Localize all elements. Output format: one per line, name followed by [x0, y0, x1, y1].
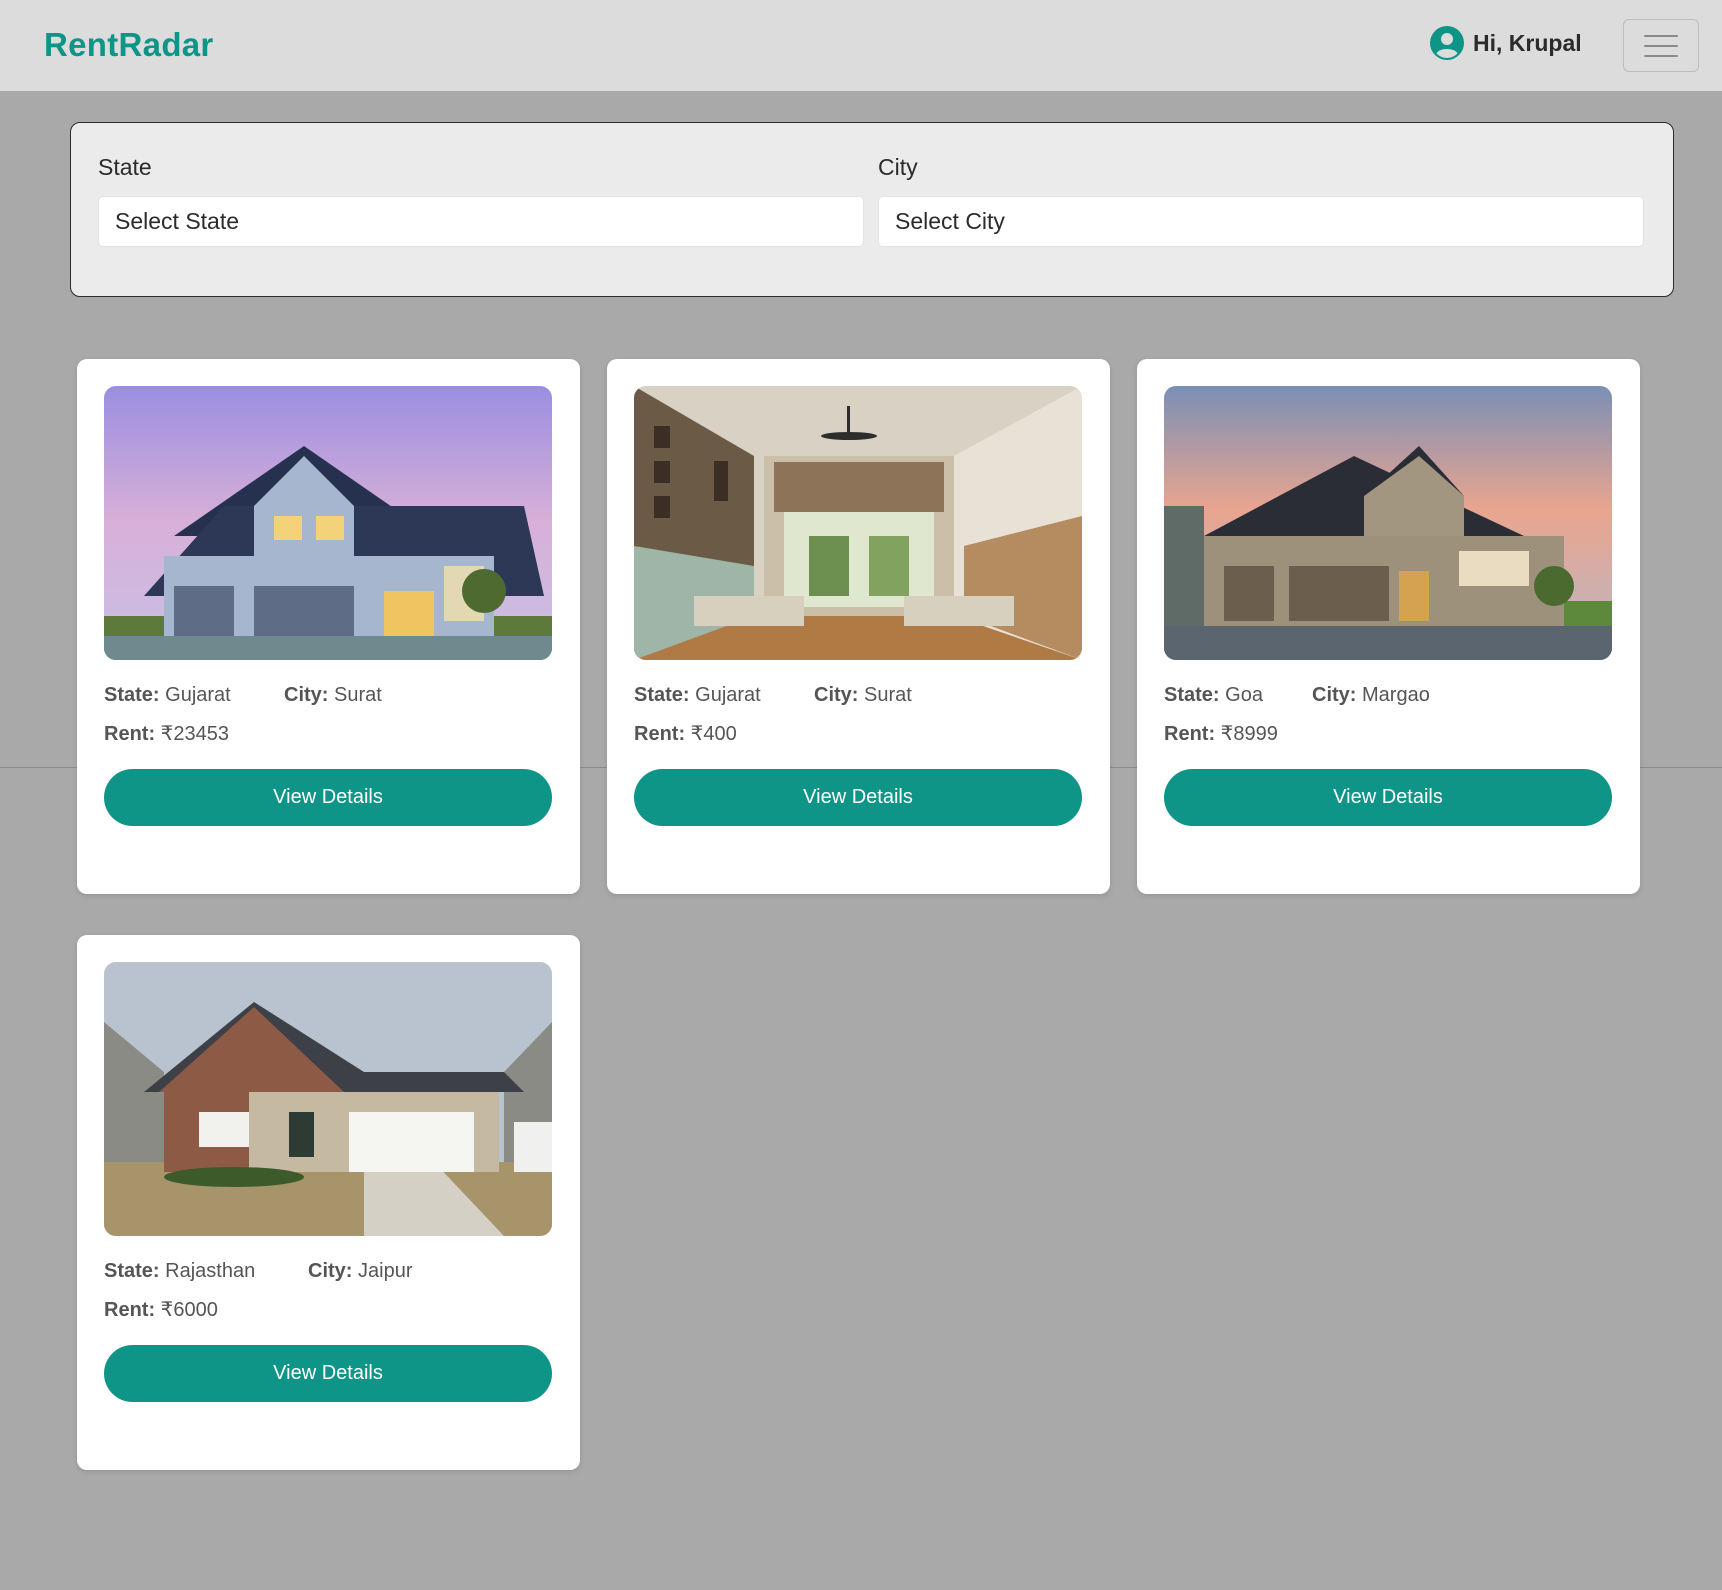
listing-image [634, 386, 1082, 660]
listing-card: State: Gujarat City: Surat Rent: ₹400 Vi… [607, 359, 1110, 894]
city-label: City: [308, 1260, 353, 1282]
listing-card: State: Rajasthan City: Jaipur Rent: ₹600… [77, 935, 580, 1470]
hamburger-icon-line [1644, 44, 1678, 47]
rent-value: ₹23453 [160, 723, 230, 745]
rent-value: ₹400 [690, 723, 737, 745]
listing-city: City: Surat [284, 684, 382, 707]
state-value: Gujarat [165, 684, 231, 706]
listing-image [104, 386, 552, 660]
city-label: City: [1312, 684, 1357, 706]
state-filter-label: State [98, 154, 152, 180]
city-value: Margao [1362, 684, 1430, 706]
rent-label: Rent: [634, 723, 686, 745]
city-value: Jaipur [358, 1260, 413, 1282]
hamburger-icon [1644, 34, 1678, 37]
state-label: State: [104, 1260, 160, 1282]
listing-city: City: Jaipur [308, 1260, 413, 1283]
user-avatar-icon [1430, 26, 1464, 60]
view-details-button[interactable]: View Details [104, 1345, 552, 1402]
listing-card: State: Goa City: Margao Rent: ₹8999 View… [1137, 359, 1640, 894]
user-greeting-text: Hi, Krupal [1473, 29, 1582, 56]
city-value: Surat [334, 684, 382, 706]
rent-label: Rent: [1164, 723, 1216, 745]
listing-rent: Rent: ₹6000 [104, 1297, 218, 1322]
listing-state: State: Gujarat [634, 684, 761, 707]
listing-state: State: Goa [1164, 684, 1263, 707]
listing-rent: Rent: ₹400 [634, 721, 737, 746]
rent-value: ₹6000 [160, 1299, 218, 1321]
top-navbar: RentRadar Hi, Krupal [0, 0, 1722, 91]
listing-image [1164, 386, 1612, 660]
state-value: Gujarat [695, 684, 761, 706]
listing-state: State: Gujarat [104, 684, 231, 707]
state-label: State: [634, 684, 690, 706]
city-value: Surat [864, 684, 912, 706]
state-value: Goa [1225, 684, 1263, 706]
view-details-button[interactable]: View Details [104, 769, 552, 826]
state-label: State: [104, 684, 160, 706]
listing-city: City: Margao [1312, 684, 1430, 707]
view-details-button[interactable]: View Details [1164, 769, 1612, 826]
rent-label: Rent: [104, 723, 156, 745]
listing-card: State: Gujarat City: Surat Rent: ₹23453 … [77, 359, 580, 894]
city-label: City: [814, 684, 859, 706]
rent-label: Rent: [104, 1299, 156, 1321]
user-greeting[interactable]: Hi, Krupal [1430, 26, 1582, 60]
state-select[interactable]: Select State [98, 196, 864, 247]
hamburger-menu-button[interactable] [1623, 19, 1699, 72]
listing-rent: Rent: ₹23453 [104, 721, 229, 746]
city-select[interactable]: Select City [878, 196, 1644, 247]
hamburger-icon-line [1644, 54, 1678, 57]
view-details-button[interactable]: View Details [634, 769, 1082, 826]
listing-city: City: Surat [814, 684, 912, 707]
state-value: Rajasthan [165, 1260, 256, 1282]
listing-image [104, 962, 552, 1236]
state-label: State: [1164, 684, 1220, 706]
filter-panel: State Select State City Select City [70, 122, 1674, 297]
brand-logo[interactable]: RentRadar [44, 26, 214, 64]
listing-rent: Rent: ₹8999 [1164, 721, 1278, 746]
listing-state: State: Rajasthan [104, 1260, 255, 1283]
rent-value: ₹8999 [1220, 723, 1278, 745]
city-filter-label: City [878, 154, 918, 180]
city-label: City: [284, 684, 329, 706]
